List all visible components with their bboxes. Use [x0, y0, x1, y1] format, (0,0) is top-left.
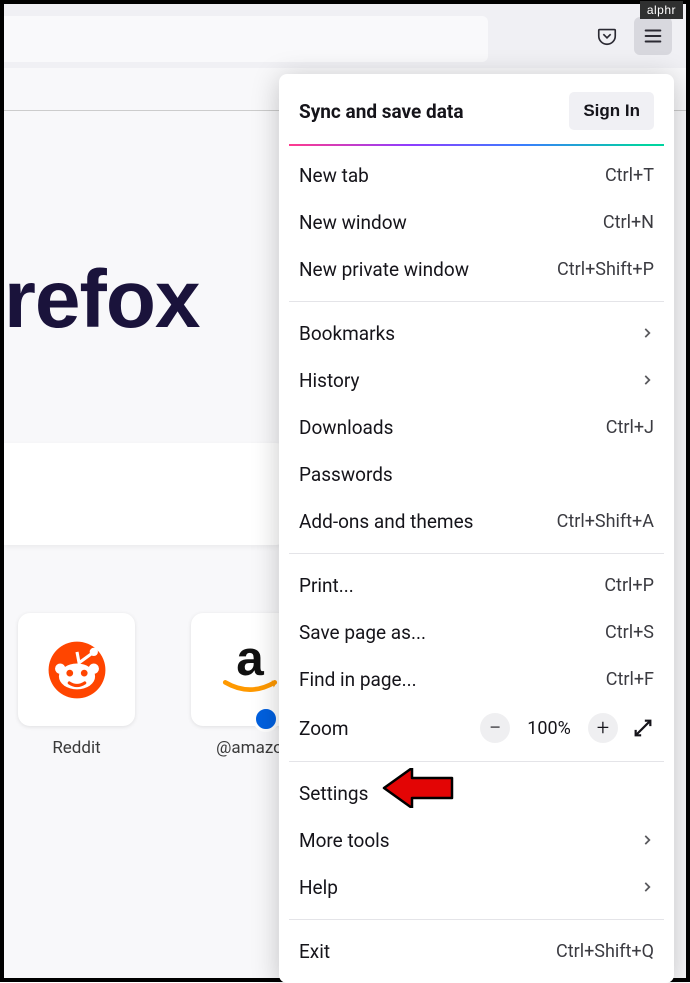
- zoom-out-button[interactable]: −: [480, 713, 510, 743]
- menu-item-help[interactable]: Help: [279, 864, 674, 911]
- menu-item-passwords[interactable]: Passwords: [279, 451, 674, 498]
- menu-item-history[interactable]: History: [279, 357, 674, 404]
- menu-separator: [289, 919, 664, 920]
- menu-item-label: Passwords: [299, 463, 393, 486]
- chevron-right-icon: [640, 322, 654, 345]
- watermark: alphr: [640, 1, 683, 19]
- menu-item-exit[interactable]: Exit Ctrl+Shift+Q: [279, 928, 674, 975]
- svg-text:a: a: [236, 637, 264, 686]
- menu-item-label: Downloads: [299, 416, 393, 439]
- menu-item-more-tools[interactable]: More tools: [279, 817, 674, 864]
- menu-shortcut: Ctrl+J: [606, 417, 654, 438]
- reddit-icon: [46, 639, 108, 701]
- menu-item-label: Exit: [299, 940, 330, 963]
- menu-item-find[interactable]: Find in page... Ctrl+F: [279, 656, 674, 703]
- menu-item-settings[interactable]: Settings: [279, 770, 674, 817]
- menu-shortcut: Ctrl+F: [606, 669, 654, 690]
- application-menu: Sync and save data Sign In New tab Ctrl+…: [279, 74, 674, 983]
- fullscreen-icon[interactable]: [632, 717, 654, 739]
- firefox-logo-text: refox: [4, 253, 200, 347]
- menu-item-bookmarks[interactable]: Bookmarks: [279, 310, 674, 357]
- menu-item-label: Help: [299, 876, 338, 899]
- tile-label: Reddit: [52, 738, 100, 758]
- menu-item-label: More tools: [299, 829, 390, 852]
- menu-shortcut: Ctrl+Shift+A: [557, 511, 654, 532]
- menu-item-label: Bookmarks: [299, 322, 395, 345]
- hamburger-menu-button[interactable]: [634, 17, 672, 55]
- menu-item-print[interactable]: Print... Ctrl+P: [279, 562, 674, 609]
- address-bar[interactable]: [4, 16, 488, 62]
- menu-shortcut: Ctrl+Shift+Q: [556, 941, 654, 962]
- sponsored-badge: [253, 706, 279, 732]
- pocket-icon[interactable]: [588, 17, 626, 55]
- menu-item-new-private-window[interactable]: New private window Ctrl+Shift+P: [279, 246, 674, 293]
- search-box-partial[interactable]: [4, 443, 284, 545]
- zoom-value: 100%: [524, 718, 574, 739]
- menu-item-label: Print...: [299, 574, 354, 597]
- menu-item-new-window[interactable]: New window Ctrl+N: [279, 199, 674, 246]
- menu-item-label: New tab: [299, 164, 369, 187]
- menu-shortcut: Ctrl+T: [605, 165, 654, 186]
- tile-label: @amazo: [216, 738, 283, 758]
- menu-item-label: Find in page...: [299, 668, 417, 691]
- amazon-icon: a: [217, 637, 283, 703]
- chevron-right-icon: [640, 829, 654, 852]
- chevron-right-icon: [640, 876, 654, 899]
- menu-shortcut: Ctrl+S: [605, 622, 654, 643]
- sign-in-button[interactable]: Sign In: [569, 92, 654, 130]
- zoom-label: Zoom: [299, 717, 349, 740]
- menu-item-downloads[interactable]: Downloads Ctrl+J: [279, 404, 674, 451]
- menu-item-label: Settings: [299, 782, 368, 805]
- top-site-reddit[interactable]: Reddit: [18, 613, 135, 758]
- zoom-in-button[interactable]: +: [588, 713, 618, 743]
- menu-item-zoom: Zoom − 100% +: [279, 703, 674, 753]
- menu-item-label: New window: [299, 211, 407, 234]
- menu-shortcut: Ctrl+P: [604, 575, 654, 596]
- menu-item-label: New private window: [299, 258, 469, 281]
- tile-box: [18, 613, 135, 726]
- top-sites: Reddit a @amazo: [18, 613, 308, 758]
- menu-shortcut: Ctrl+N: [603, 212, 654, 233]
- menu-item-label: Save page as...: [299, 621, 426, 644]
- menu-item-label: Add-ons and themes: [299, 510, 473, 533]
- menu-item-addons[interactable]: Add-ons and themes Ctrl+Shift+A: [279, 498, 674, 545]
- menu-item-new-tab[interactable]: New tab Ctrl+T: [279, 152, 674, 199]
- menu-header: Sync and save data Sign In: [279, 82, 674, 144]
- sync-title: Sync and save data: [299, 100, 464, 123]
- browser-toolbar: [4, 4, 686, 68]
- menu-shortcut: Ctrl+Shift+P: [557, 259, 654, 280]
- menu-item-save-page[interactable]: Save page as... Ctrl+S: [279, 609, 674, 656]
- callout-arrow-icon: [382, 768, 454, 812]
- menu-separator: [289, 301, 664, 302]
- menu-separator: [289, 761, 664, 762]
- menu-item-label: History: [299, 369, 359, 392]
- menu-separator: [289, 553, 664, 554]
- chevron-right-icon: [640, 369, 654, 392]
